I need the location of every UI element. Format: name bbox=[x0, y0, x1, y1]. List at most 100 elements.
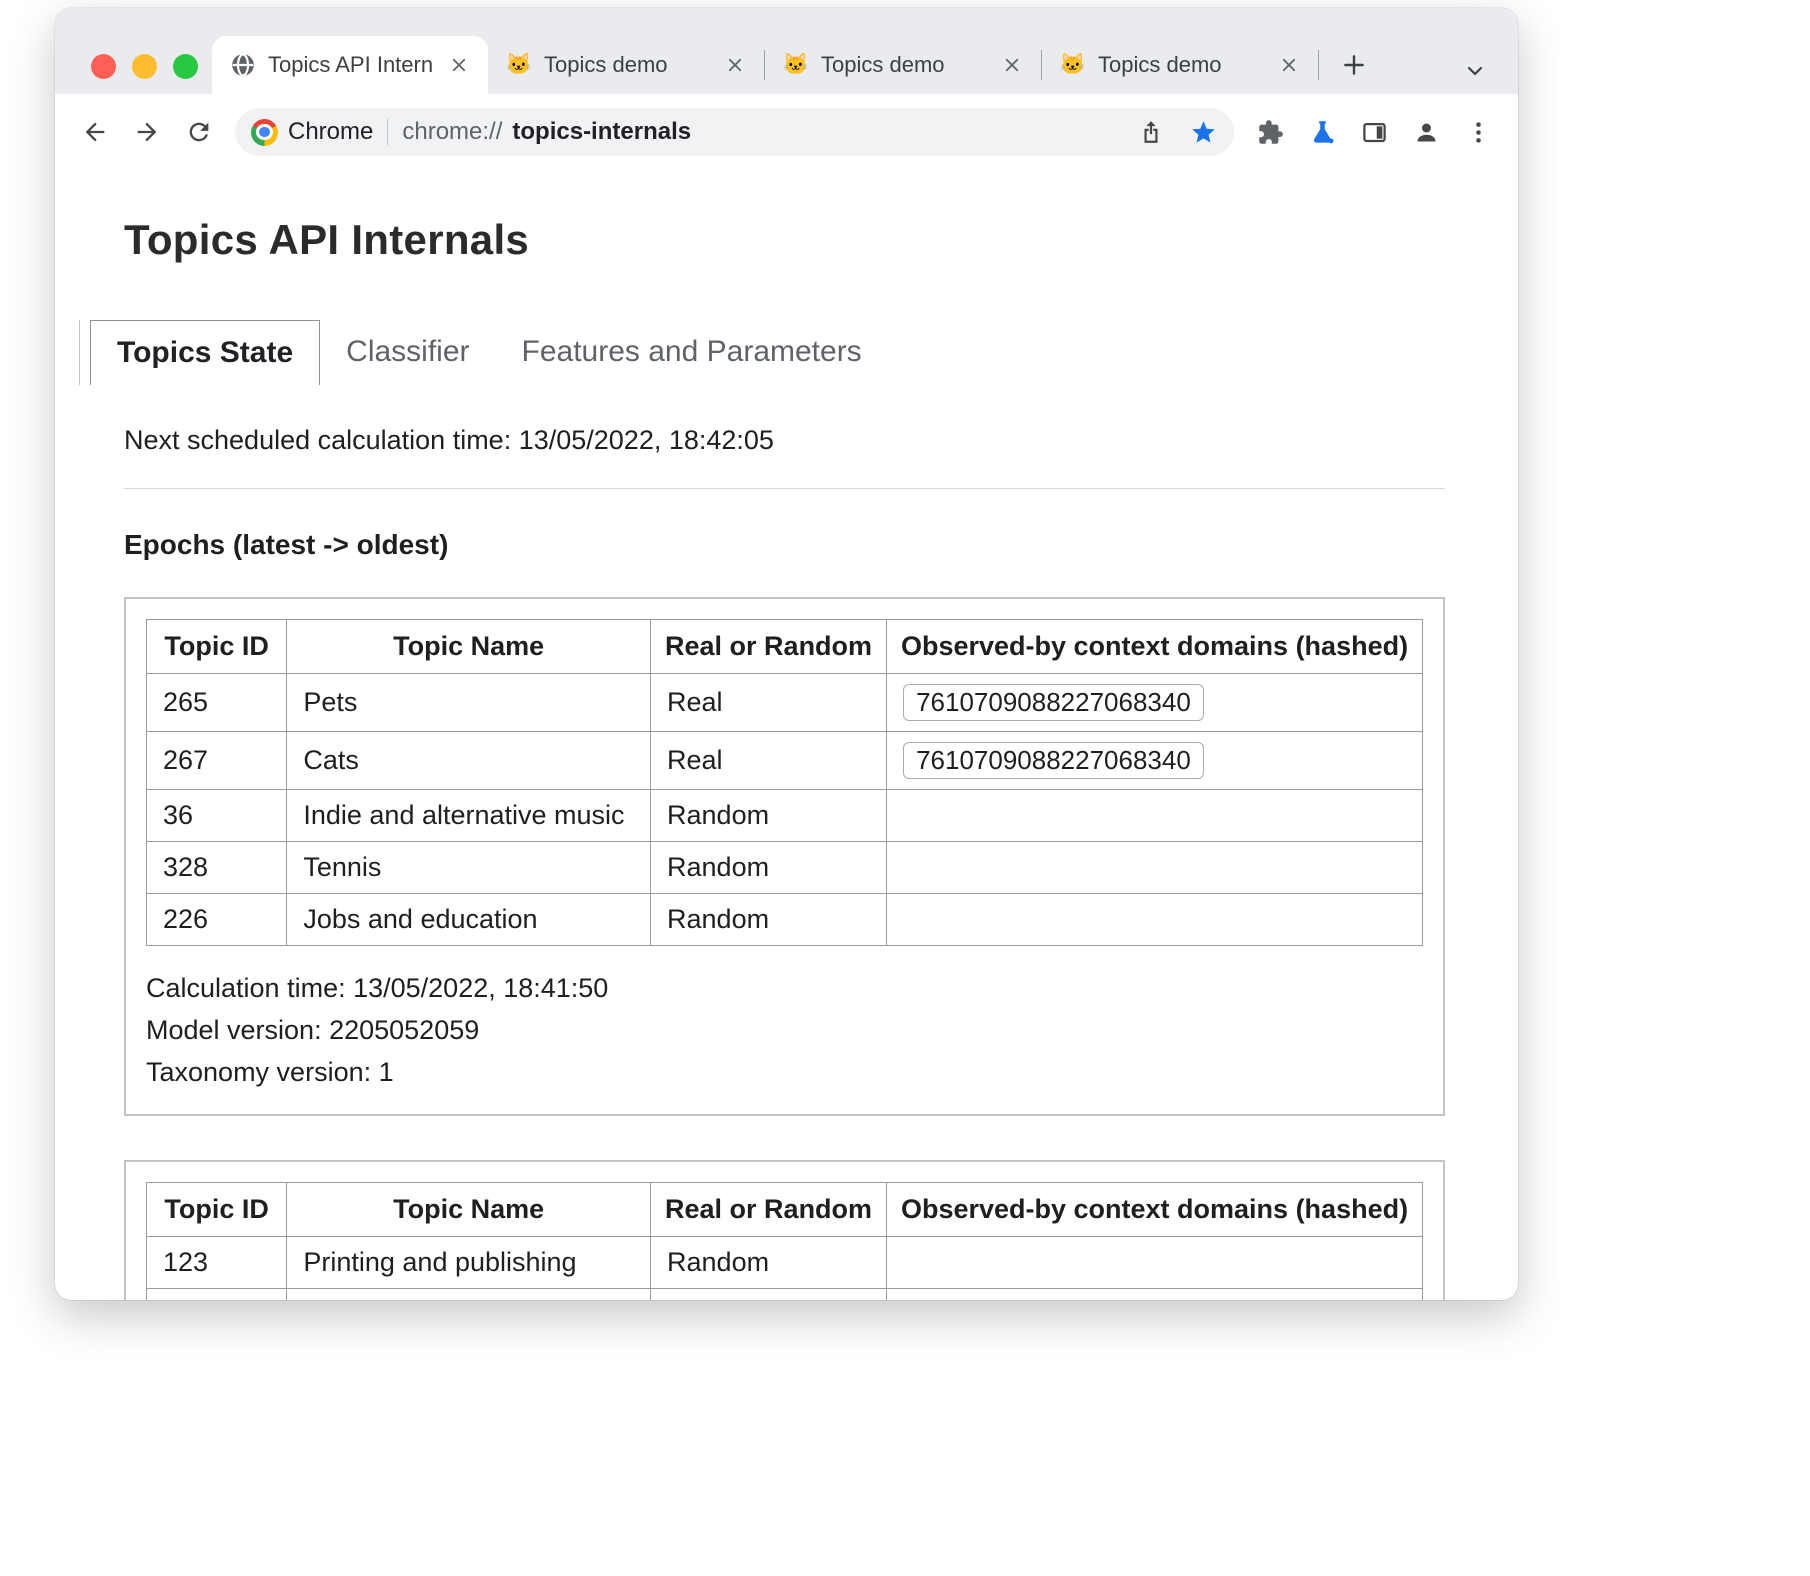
col-observed-domains: Observed-by context domains (hashed) bbox=[887, 1182, 1423, 1236]
new-tab-button[interactable] bbox=[1333, 44, 1375, 86]
forward-button[interactable] bbox=[123, 108, 171, 156]
tab-title: Topics API Intern bbox=[268, 52, 432, 78]
window-controls bbox=[91, 54, 198, 79]
table-row: 36 Indie and alternative music Random bbox=[147, 790, 1423, 842]
epochs-heading: Epochs (latest -> oldest) bbox=[124, 529, 1445, 561]
table-row: 328 Tennis Random bbox=[147, 842, 1423, 894]
epoch-card-older: Topic ID Topic Name Real or Random Obser… bbox=[124, 1160, 1445, 1300]
bookmark-star-button[interactable] bbox=[1182, 111, 1224, 153]
share-button[interactable] bbox=[1130, 111, 1172, 153]
search-engine-label: Chrome bbox=[288, 118, 373, 146]
col-topic-id: Topic ID bbox=[147, 620, 287, 674]
globe-favicon-icon bbox=[230, 52, 256, 78]
extensions-puzzle-button[interactable] bbox=[1246, 108, 1294, 156]
calculation-time-text: Calculation time: 13/05/2022, 18:41:50 bbox=[146, 968, 1423, 1010]
hashed-domain-value: 7610709088227068340 bbox=[903, 684, 1204, 721]
col-real-or-random: Real or Random bbox=[651, 1182, 887, 1236]
observed-domains-cell bbox=[887, 894, 1423, 946]
topic-name-cell: Indie and alternative music bbox=[287, 790, 651, 842]
real-or-random-cell: Real bbox=[651, 732, 887, 790]
browser-tab-topics-internals[interactable]: Topics API Intern bbox=[212, 36, 488, 94]
topic-name-cell: Jobs and education bbox=[287, 894, 651, 946]
topic-name-cell: Pets bbox=[287, 674, 651, 732]
real-or-random-cell: Random bbox=[651, 842, 887, 894]
tab-list: Topics API Intern 🐱 Topics demo 🐱 Topics… bbox=[212, 36, 1375, 94]
table-row: 123 Printing and publishing Random bbox=[147, 1236, 1423, 1288]
real-or-random-cell: Real bbox=[651, 674, 887, 732]
observed-domains-cell bbox=[887, 1236, 1423, 1288]
col-topic-id: Topic ID bbox=[147, 1182, 287, 1236]
topic-id-cell: 328 bbox=[147, 842, 287, 894]
close-window-button[interactable] bbox=[91, 54, 116, 79]
tab-close-icon[interactable] bbox=[1274, 50, 1304, 80]
internals-tab-bar: Topics State Classifier Features and Par… bbox=[79, 320, 1445, 385]
observed-domains-cell bbox=[887, 1288, 1423, 1300]
observed-domains-cell bbox=[887, 790, 1423, 842]
topic-id-cell: 123 bbox=[147, 1236, 287, 1288]
tab-topics-state[interactable]: Topics State bbox=[90, 320, 320, 385]
col-topic-name: Topic Name bbox=[287, 1182, 651, 1236]
omnibox-divider bbox=[387, 119, 388, 145]
url-path: topics-internals bbox=[512, 118, 691, 146]
menu-dots-button[interactable] bbox=[1454, 108, 1502, 156]
tab-close-icon[interactable] bbox=[444, 50, 474, 80]
topic-id-cell: 36 bbox=[147, 790, 287, 842]
divider bbox=[124, 488, 1445, 489]
zoom-window-button[interactable] bbox=[173, 54, 198, 79]
observed-domains-cell: 7610709088227068340 bbox=[887, 674, 1423, 732]
table-row: 265 Pets Real 7610709088227068340 bbox=[147, 674, 1423, 732]
url-scheme: chrome:// bbox=[402, 118, 502, 146]
tab-title: Topics demo bbox=[544, 52, 708, 78]
tab-title: Topics demo bbox=[821, 52, 985, 78]
page-title: Topics API Internals bbox=[124, 216, 1445, 264]
epoch-card-latest: Topic ID Topic Name Real or Random Obser… bbox=[124, 597, 1445, 1116]
cat-favicon-icon: 🐱 bbox=[506, 52, 532, 78]
table-row: 267 Cats Real 7610709088227068340 bbox=[147, 732, 1423, 790]
tab-close-icon[interactable] bbox=[720, 50, 750, 80]
tab-features-and-parameters[interactable]: Features and Parameters bbox=[496, 320, 888, 385]
topic-id-cell: 265 bbox=[147, 674, 287, 732]
col-topic-name: Topic Name bbox=[287, 620, 651, 674]
col-observed-domains: Observed-by context domains (hashed) bbox=[887, 620, 1423, 674]
next-calculation-time-text: Next scheduled calculation time: 13/05/2… bbox=[124, 425, 1445, 456]
topic-name-cell: Printing and publishing bbox=[287, 1236, 651, 1288]
topic-id-cell: 200 bbox=[147, 1288, 287, 1300]
real-or-random-cell: Random bbox=[651, 1288, 887, 1300]
observed-domains-cell bbox=[887, 842, 1423, 894]
tab-separator bbox=[1318, 50, 1319, 80]
browser-tab-topics-demo-1[interactable]: 🐱 Topics demo bbox=[488, 36, 764, 94]
browser-tabstrip: Topics API Intern 🐱 Topics demo 🐱 Topics… bbox=[55, 8, 1518, 94]
reload-button[interactable] bbox=[175, 108, 223, 156]
side-panel-button[interactable] bbox=[1350, 108, 1398, 156]
table-row: 200 Fibre and textile arts Random bbox=[147, 1288, 1423, 1300]
browser-tab-topics-demo-3[interactable]: 🐱 Topics demo bbox=[1042, 36, 1318, 94]
real-or-random-cell: Random bbox=[651, 894, 887, 946]
profile-avatar-button[interactable] bbox=[1402, 108, 1450, 156]
table-row: 226 Jobs and education Random bbox=[147, 894, 1423, 946]
topic-id-cell: 267 bbox=[147, 732, 287, 790]
cat-favicon-icon: 🐱 bbox=[783, 52, 809, 78]
page-content: Topics API Internals Topics State Classi… bbox=[55, 216, 1518, 1300]
table-header-row: Topic ID Topic Name Real or Random Obser… bbox=[147, 620, 1423, 674]
table-header-row: Topic ID Topic Name Real or Random Obser… bbox=[147, 1182, 1423, 1236]
cat-favicon-icon: 🐱 bbox=[1060, 52, 1086, 78]
tab-search-chevron-icon[interactable] bbox=[1458, 54, 1492, 88]
topic-id-cell: 226 bbox=[147, 894, 287, 946]
real-or-random-cell: Random bbox=[651, 790, 887, 842]
topic-name-cell: Fibre and textile arts bbox=[287, 1288, 651, 1300]
tab-close-icon[interactable] bbox=[997, 50, 1027, 80]
browser-toolbar: Chrome chrome:// topics-internals bbox=[55, 94, 1518, 170]
browser-tab-topics-demo-2[interactable]: 🐱 Topics demo bbox=[765, 36, 1041, 94]
topic-name-cell: Cats bbox=[287, 732, 651, 790]
model-version-text: Model version: 2205052059 bbox=[146, 1010, 1423, 1052]
taxonomy-version-text: Taxonomy version: 1 bbox=[146, 1052, 1423, 1094]
topics-table: Topic ID Topic Name Real or Random Obser… bbox=[146, 1182, 1423, 1300]
back-button[interactable] bbox=[71, 108, 119, 156]
topics-table: Topic ID Topic Name Real or Random Obser… bbox=[146, 619, 1423, 946]
address-bar[interactable]: Chrome chrome:// topics-internals bbox=[235, 108, 1234, 156]
tab-classifier[interactable]: Classifier bbox=[320, 320, 495, 385]
labs-flask-button[interactable] bbox=[1298, 108, 1346, 156]
real-or-random-cell: Random bbox=[651, 1236, 887, 1288]
minimize-window-button[interactable] bbox=[132, 54, 157, 79]
browser-window: Topics API Intern 🐱 Topics demo 🐱 Topics… bbox=[55, 8, 1518, 1300]
